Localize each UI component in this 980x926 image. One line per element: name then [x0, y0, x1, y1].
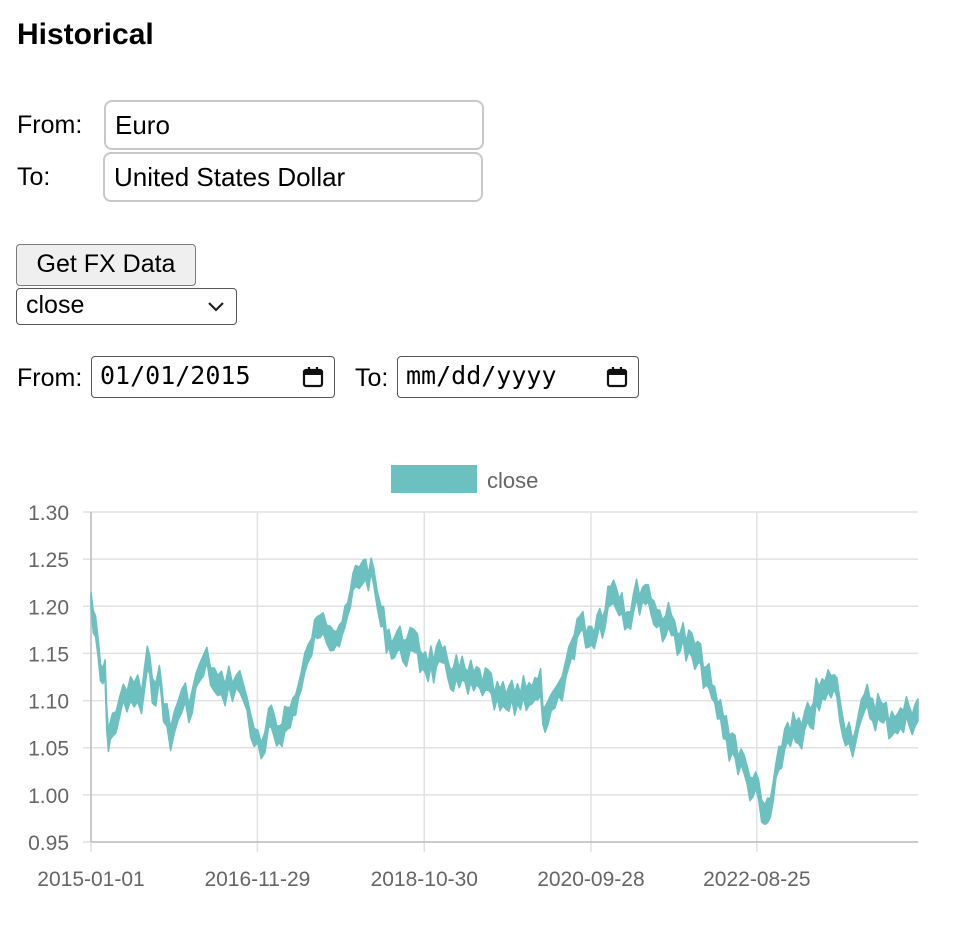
y-tick-label: 1.00 [28, 785, 69, 808]
y-tick-label: 1.05 [28, 738, 69, 761]
y-tick-label: 0.95 [28, 832, 69, 855]
y-axis: 1.30 1.25 1.20 1.15 1.10 1.05 1.00 0.95 [28, 502, 69, 855]
series-line-close [90, 557, 919, 826]
chart-grid [83, 511, 918, 852]
date-to-label: To: [355, 364, 389, 392]
metric-select[interactable]: close [16, 288, 237, 325]
y-tick-label: 1.15 [28, 643, 69, 666]
date-from-value: 01/01/2015 [100, 361, 251, 390]
calendar-icon[interactable] [605, 365, 629, 389]
y-tick-label: 1.25 [28, 549, 69, 572]
x-tick-label: 2016-11-29 [204, 868, 310, 891]
date-from-label: From: [17, 364, 83, 392]
y-tick-label: 1.30 [28, 502, 69, 525]
to-currency-input[interactable] [103, 152, 483, 202]
x-tick-label: 2015-01-01 [37, 868, 144, 891]
page-title: Historical [17, 18, 154, 51]
calendar-icon[interactable] [301, 365, 325, 389]
date-to-input[interactable]: mm/dd/yyyy [397, 356, 639, 398]
fx-history-chart: 1.30 1.25 1.20 1.15 1.10 1.05 1.00 0.95 2015-01… [28, 465, 919, 891]
chevron-down-icon [208, 302, 224, 312]
legend-swatch [391, 465, 477, 493]
legend-label: close [487, 468, 538, 493]
get-fx-data-button[interactable]: Get FX Data [16, 244, 196, 286]
x-tick-label: 2022-08-25 [703, 868, 810, 891]
x-axis: 2015-01-01 2016-11-29 2018-10-30 2020-09-28… [37, 868, 810, 891]
date-to-placeholder: mm/dd/yyyy [406, 361, 557, 390]
from-currency-input[interactable] [104, 100, 484, 150]
x-tick-label: 2020-09-28 [537, 868, 644, 891]
y-tick-label: 1.10 [28, 691, 69, 714]
chart-legend[interactable]: close [391, 465, 538, 493]
series-close [90, 557, 919, 826]
from-currency-label: From: [17, 111, 83, 139]
date-from-input[interactable]: 01/01/2015 [91, 356, 335, 398]
metric-select-value: close [26, 291, 85, 319]
y-tick-label: 1.20 [28, 596, 69, 619]
to-currency-label: To: [17, 163, 51, 191]
x-tick-label: 2018-10-30 [371, 868, 478, 891]
